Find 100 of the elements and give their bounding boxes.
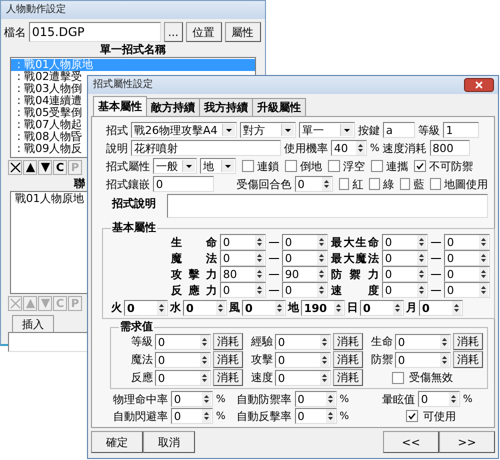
description-field[interactable]: 花籽噴射 xyxy=(131,140,281,156)
number-field[interactable]: 0 xyxy=(444,234,490,250)
number-field[interactable]: 0 xyxy=(418,391,460,407)
number-field[interactable]: 0 xyxy=(242,300,286,316)
number-field[interactable]: 0 xyxy=(294,391,337,407)
spinner-icon[interactable] xyxy=(317,283,326,297)
close-button[interactable] xyxy=(464,78,494,92)
spinner-icon[interactable] xyxy=(255,251,264,265)
number-field[interactable]: 40 xyxy=(331,140,367,156)
spinner-icon[interactable] xyxy=(449,392,458,406)
checkbox[interactable] xyxy=(285,160,297,172)
ok-button[interactable]: 確定 xyxy=(91,431,143,453)
number-field[interactable]: 0 xyxy=(171,408,213,424)
number-field[interactable]: 0 xyxy=(294,408,337,424)
checkbox[interactable] xyxy=(328,160,340,172)
list-item[interactable]: : 戰04連續遭 xyxy=(11,95,84,107)
file-name-field[interactable]: 015.DGP xyxy=(29,22,161,42)
checkbox[interactable] xyxy=(371,160,383,172)
number-field[interactable]: 0 xyxy=(444,266,490,282)
number-field[interactable]: 0 xyxy=(220,250,266,266)
tab[interactable]: 升級屬性 xyxy=(252,98,306,116)
spinner-icon[interactable] xyxy=(200,370,209,384)
spinner-icon[interactable] xyxy=(275,300,284,314)
spinner-icon[interactable] xyxy=(417,251,426,265)
number-field[interactable]: 0 xyxy=(171,391,213,407)
consume-button[interactable]: 消耗 xyxy=(213,369,243,386)
number-field[interactable]: 0 xyxy=(395,334,451,350)
number-field[interactable]: 0 xyxy=(294,176,333,192)
spinner-icon[interactable] xyxy=(393,300,402,314)
checkbox[interactable] xyxy=(338,178,350,190)
consume-button[interactable]: 消耗 xyxy=(333,333,363,350)
toolbar-button[interactable]: 位置 xyxy=(186,22,222,42)
spinner-icon[interactable] xyxy=(320,352,329,366)
number-field[interactable]: 80 xyxy=(220,266,266,282)
number-field[interactable]: 0 xyxy=(444,282,490,298)
spinner-icon[interactable] xyxy=(326,409,335,423)
spinner-icon[interactable] xyxy=(216,300,225,314)
spinner-icon[interactable] xyxy=(320,334,329,348)
spinner-icon[interactable] xyxy=(334,300,343,314)
spinner-icon[interactable] xyxy=(479,283,488,297)
number-field[interactable]: 0 xyxy=(155,334,211,350)
tab[interactable]: 我方持續 xyxy=(199,98,253,116)
note-textarea[interactable] xyxy=(167,194,488,218)
next-button[interactable]: >> xyxy=(439,431,495,453)
number-field[interactable]: 0 xyxy=(382,266,428,282)
spinner-icon[interactable] xyxy=(326,392,335,406)
previous-button[interactable]: << xyxy=(383,431,439,453)
inlay-field[interactable]: 0 xyxy=(153,176,214,192)
number-field[interactable]: 0 xyxy=(282,282,328,298)
spinner-icon[interactable] xyxy=(417,283,426,297)
consume-button[interactable]: 消耗 xyxy=(453,333,483,350)
number-field[interactable]: 190 xyxy=(301,300,345,316)
spinner-icon[interactable] xyxy=(356,141,365,155)
number-field[interactable]: 0 xyxy=(183,300,227,316)
consume-button[interactable]: 消耗 xyxy=(213,333,243,350)
spinner-icon[interactable] xyxy=(322,177,331,191)
spinner-icon[interactable] xyxy=(202,392,211,406)
number-field[interactable]: 0 xyxy=(360,300,404,316)
list-item[interactable]: : 戰02遭擊受 xyxy=(11,71,84,83)
checkbox[interactable] xyxy=(242,160,254,172)
checkbox[interactable] xyxy=(406,410,418,422)
spinner-icon[interactable] xyxy=(255,267,264,281)
spinner-icon[interactable] xyxy=(317,267,326,281)
list-item[interactable]: : 戰07人物起 xyxy=(11,119,84,131)
consume-button[interactable]: 消耗 xyxy=(213,351,243,368)
number-field[interactable]: 0 xyxy=(382,250,428,266)
number-field[interactable]: 0 xyxy=(220,234,266,250)
delete-button[interactable] xyxy=(8,160,22,175)
consume-button[interactable]: 消耗 xyxy=(333,369,363,386)
spinner-icon[interactable] xyxy=(440,334,449,348)
spinner-icon[interactable] xyxy=(320,370,329,384)
number-field[interactable]: 0 xyxy=(220,282,266,298)
list-item[interactable]: : 戰09人物反 xyxy=(11,143,84,155)
toolbar-button[interactable]: 屬性 xyxy=(224,22,260,42)
spinner-icon[interactable] xyxy=(417,267,426,281)
spinner-icon[interactable] xyxy=(479,251,488,265)
spinner-icon[interactable] xyxy=(479,267,488,281)
tab[interactable]: 敵方持續 xyxy=(146,98,200,116)
spinner-icon[interactable] xyxy=(255,283,264,297)
tab[interactable]: 基本屬性 xyxy=(93,96,147,116)
speed-field[interactable]: 800 xyxy=(430,140,470,156)
list-item[interactable]: : 戰03人物倒 xyxy=(11,83,84,95)
number-field[interactable]: 0 xyxy=(419,300,463,316)
level-field[interactable]: 1 xyxy=(443,122,479,138)
number-field[interactable]: 0 xyxy=(382,282,428,298)
number-field[interactable]: 0 xyxy=(275,370,331,386)
list-item[interactable]: : 戰05受擊倒 xyxy=(11,107,84,119)
number-field[interactable]: 0 xyxy=(275,334,331,350)
dropdown[interactable]: 戰26物理攻擊A4 xyxy=(131,122,237,138)
spinner-icon[interactable] xyxy=(417,235,426,249)
consume-button[interactable]: 消耗 xyxy=(453,351,483,368)
spinner-icon[interactable] xyxy=(452,300,461,314)
move-up-button[interactable] xyxy=(23,160,37,175)
spinner-icon[interactable] xyxy=(200,334,209,348)
spinner-icon[interactable] xyxy=(479,235,488,249)
spinner-icon[interactable] xyxy=(317,235,326,249)
number-field[interactable]: 0 xyxy=(282,250,328,266)
number-field[interactable]: 90 xyxy=(282,266,328,282)
spinner-icon[interactable] xyxy=(317,251,326,265)
checkbox[interactable] xyxy=(414,160,426,172)
